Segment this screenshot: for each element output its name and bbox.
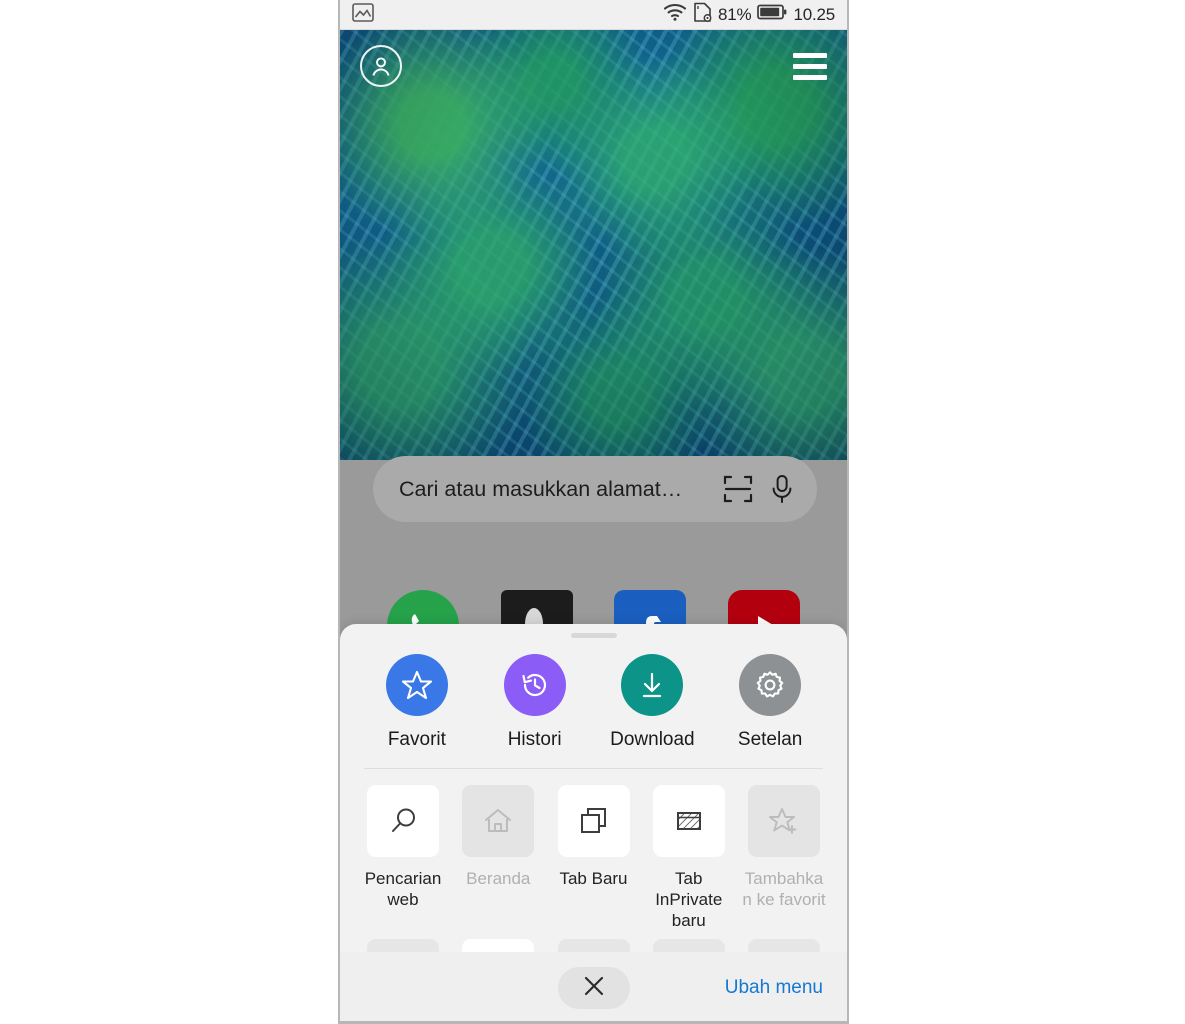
menu-tile-grid: Pencarian web Beranda Tab Baru Tab InPri… bbox=[340, 769, 847, 931]
quick-action-label: Download bbox=[610, 729, 695, 750]
browser-viewport: Cari atau masukkan alamat… Favorit Histo… bbox=[340, 30, 847, 1021]
address-search-bar[interactable]: Cari atau masukkan alamat… bbox=[373, 456, 817, 522]
sheet-bottom-bar: Ubah menu bbox=[340, 952, 847, 1021]
menu-tile-beranda[interactable]: Beranda bbox=[455, 785, 541, 931]
menu-tile-pencarian-web[interactable]: Pencarian web bbox=[360, 785, 446, 931]
quick-action-label: Histori bbox=[507, 729, 562, 750]
hamburger-bar bbox=[793, 74, 827, 80]
quick-action-label: Favorit bbox=[387, 729, 446, 750]
quick-action-favorit[interactable]: Favorit bbox=[368, 654, 466, 751]
new-tab-icon bbox=[557, 785, 630, 857]
hamburger-bar bbox=[793, 63, 827, 69]
battery-percent-label: 81% bbox=[718, 4, 752, 24]
hamburger-menu-icon[interactable] bbox=[793, 52, 827, 80]
quick-action-download[interactable]: Download bbox=[603, 654, 701, 751]
quick-action-label: Setelan bbox=[737, 729, 803, 750]
menu-tile-label: Tambahkan ke favorit bbox=[742, 869, 826, 909]
search-input[interactable]: Cari atau masukkan alamat… bbox=[399, 477, 707, 502]
menu-tile-label: Beranda bbox=[466, 869, 531, 888]
status-bar-right: 81% 10.25 bbox=[663, 2, 835, 28]
menu-tile-tab-inprivate[interactable]: Tab InPrivate baru bbox=[646, 785, 732, 931]
close-sheet-button[interactable] bbox=[557, 967, 630, 1009]
sim-card-icon bbox=[693, 2, 712, 28]
quick-action-histori[interactable]: Histori bbox=[486, 654, 584, 751]
microphone-icon[interactable] bbox=[769, 474, 795, 504]
history-clock-icon bbox=[503, 654, 566, 716]
menu-tile-label: Tab Baru bbox=[559, 869, 628, 888]
menu-tile-tab-baru[interactable]: Tab Baru bbox=[551, 785, 637, 931]
status-bar: 81% 10.25 bbox=[340, 0, 847, 30]
edit-menu-link[interactable]: Ubah menu bbox=[725, 977, 823, 999]
hamburger-bar bbox=[793, 52, 827, 58]
status-bar-left bbox=[352, 2, 374, 27]
close-x-icon bbox=[583, 975, 605, 1002]
home-icon bbox=[462, 785, 535, 857]
status-bar-clock: 10.25 bbox=[793, 4, 835, 24]
battery-icon bbox=[757, 4, 787, 25]
wifi-icon bbox=[663, 2, 687, 27]
menu-tile-label: Pencarian web bbox=[364, 869, 442, 909]
download-arrow-icon bbox=[621, 654, 684, 716]
account-avatar-icon[interactable] bbox=[360, 45, 402, 87]
inprivate-icon bbox=[652, 785, 725, 857]
screenshot-root: 81% 10.25 Cari atau masukkan alamat… Fav… bbox=[0, 0, 1185, 1024]
menu-tile-label: Tab InPrivate baru bbox=[655, 869, 723, 930]
quick-actions-row: Favorit Histori Download Setelan bbox=[340, 638, 847, 751]
qr-scan-icon[interactable] bbox=[723, 474, 753, 504]
image-icon bbox=[352, 2, 374, 27]
quick-action-setelan[interactable]: Setelan bbox=[721, 654, 819, 751]
star-outline-icon bbox=[385, 654, 448, 716]
star-plus-icon bbox=[748, 785, 820, 857]
phone-frame: 81% 10.25 Cari atau masukkan alamat… Fav… bbox=[338, 0, 849, 1024]
menu-tile-tambahkan-ke-favorit[interactable]: Tambahkan ke favorit bbox=[741, 785, 827, 931]
magnifier-icon bbox=[367, 785, 439, 857]
browser-top-nav bbox=[340, 30, 847, 102]
browser-menu-sheet: Favorit Histori Download Setelan Pencari… bbox=[340, 624, 847, 1021]
gear-icon bbox=[739, 654, 802, 716]
